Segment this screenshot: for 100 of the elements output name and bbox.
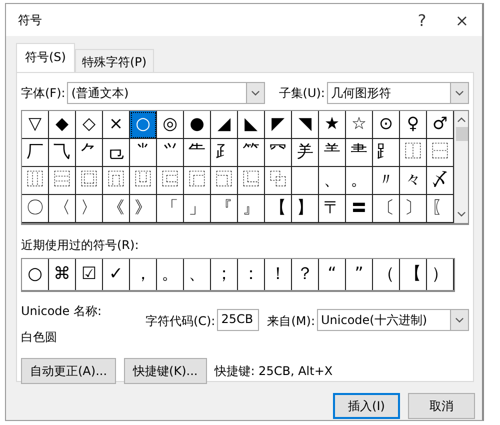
symbol-cell[interactable]: ⿵ xyxy=(103,167,130,195)
symbol-cell[interactable]: 【 xyxy=(400,259,427,290)
close-button[interactable]: × xyxy=(442,10,482,30)
shortcut-text: 快捷键: 25CB, Alt+X xyxy=(214,362,333,380)
symbol-cell[interactable]: ☆ xyxy=(346,111,373,139)
symbol-cell[interactable]: ⿷ xyxy=(157,167,184,195)
symbol-cell[interactable]: ⿲ xyxy=(22,167,49,195)
symbol-cell[interactable]: ⺌ xyxy=(130,139,157,167)
symbol-cell[interactable]: 。 xyxy=(346,167,373,195)
symbol-cell[interactable]: ⿶ xyxy=(130,167,157,195)
help-button[interactable]: ? xyxy=(402,10,442,30)
scroll-down-icon xyxy=(457,211,466,217)
symbol-cell[interactable]: 、 xyxy=(184,259,211,290)
field-label: Unicode 名称: xyxy=(21,303,103,320)
cancel-button[interactable]: 取消 xyxy=(408,393,475,419)
symbol-cell[interactable]: ◢ xyxy=(211,111,238,139)
symbol-cell[interactable]: 》 xyxy=(130,195,157,223)
symbol-cell[interactable]: ⿺ xyxy=(238,167,265,195)
symbol-cell[interactable]: ； xyxy=(211,259,238,290)
symbol-cell[interactable]: ⊙ xyxy=(373,111,400,139)
symbol-cell[interactable]: （ xyxy=(373,259,400,290)
symbol-cell[interactable]: ⺋ xyxy=(103,139,130,167)
symbol-cell[interactable]: ● xyxy=(184,111,211,139)
symbol-cell[interactable]: ⺶ xyxy=(292,139,319,167)
symbol-cell[interactable]: ○ xyxy=(22,259,49,290)
symbol-cell[interactable]: 」 xyxy=(184,195,211,223)
symbol-cell[interactable]: ⿴ xyxy=(76,167,103,195)
window-title: 符号 xyxy=(18,12,43,28)
symbol-cell[interactable]: ⌘ xyxy=(49,259,76,290)
symbol-cell[interactable]: ★ xyxy=(319,111,346,139)
tab[interactable]: 符号(S) xyxy=(16,43,75,72)
symbol-cell[interactable]: ？ xyxy=(292,259,319,290)
dialog-button[interactable]: 自动更正(A)... xyxy=(21,358,116,384)
symbol-cell[interactable]: ！ xyxy=(265,259,292,290)
symbol-cell[interactable]: ⺮ xyxy=(238,139,265,167)
symbol-cell[interactable]: ⺳ xyxy=(265,139,292,167)
symbol-cell[interactable]: 〈 xyxy=(49,195,76,223)
symbol-cell[interactable]: 。 xyxy=(157,259,184,290)
symbol-cell[interactable]: 〔 xyxy=(373,195,400,223)
source-dropdown[interactable]: Unicode(十六进制) xyxy=(317,309,469,331)
symbol-cell[interactable]: ⿰ xyxy=(400,139,427,167)
symbol-cell[interactable]: ⿹ xyxy=(211,167,238,195)
symbol-cell[interactable]: ⻊ xyxy=(373,139,400,167)
symbol-cell[interactable]: ” xyxy=(346,259,373,290)
symbol-cell[interactable]: 『 xyxy=(211,195,238,223)
symbol-cell[interactable]: 厂 xyxy=(22,139,49,167)
symbol-cell[interactable]: ⺈ xyxy=(76,139,103,167)
symbol-cell[interactable]: 】 xyxy=(292,195,319,223)
symbol-cell[interactable]: 〃 xyxy=(373,167,400,195)
field-label: 字符代码(C): xyxy=(145,313,216,330)
symbol-cell[interactable]: 【 xyxy=(265,195,292,223)
symbol-cell[interactable]: ⺧ xyxy=(184,139,211,167)
symbol-cell[interactable]: ☑ xyxy=(76,259,103,290)
dropdown-icon xyxy=(455,90,464,96)
symbol-cell[interactable]: 〉 xyxy=(76,195,103,223)
symbol-cell[interactable]: ⺻ xyxy=(346,139,373,167)
symbol-cell[interactable]: ） xyxy=(427,259,454,290)
symbol-cell[interactable]: ♀ xyxy=(400,111,427,139)
symbol-cell[interactable]: ◣ xyxy=(238,111,265,139)
scroll-thumb[interactable] xyxy=(456,127,468,141)
symbol-cell[interactable]: ⺄ xyxy=(49,139,76,167)
symbol-cell[interactable]: ✓ xyxy=(103,259,130,290)
dropdown-icon xyxy=(250,90,260,96)
symbol-cell[interactable]: ◇ xyxy=(76,111,103,139)
symbol-cell[interactable]: 〒 xyxy=(319,195,346,223)
symbol-cell[interactable]: ： xyxy=(238,259,265,290)
symbol-cell[interactable]: ⿸ xyxy=(184,167,211,195)
symbol-cell[interactable]: ⺪ xyxy=(211,139,238,167)
symbol-cell[interactable]: 、 xyxy=(319,167,346,195)
dropdown-icon xyxy=(455,317,464,323)
symbol-cell[interactable]: ◎ xyxy=(157,111,184,139)
symbol-cell[interactable]: 』 xyxy=(238,195,265,223)
scrollbar[interactable] xyxy=(454,111,468,223)
symbol-cell[interactable]: ⺷ xyxy=(319,139,346,167)
symbol-cell[interactable]: 〓 xyxy=(346,195,373,223)
symbol-cell[interactable]: 々 xyxy=(400,167,427,195)
font-dropdown[interactable]: (普通文本) xyxy=(67,82,265,104)
symbol-cell[interactable]: 〕 xyxy=(400,195,427,223)
field-label: 字体(F): xyxy=(21,84,66,102)
symbol-cell[interactable]: ⿳ xyxy=(49,167,76,195)
dialog-button[interactable]: 快捷键(K)... xyxy=(124,358,207,384)
field-label: 来自(M): xyxy=(267,313,315,330)
symbol-cell[interactable]: ○ xyxy=(130,111,157,139)
symbol-cell[interactable]: ， xyxy=(130,259,157,290)
field-label: 子集(U): xyxy=(278,84,325,102)
symbol-cell[interactable]: 「 xyxy=(157,195,184,223)
symbol-cell[interactable]: ◥ xyxy=(292,111,319,139)
symbol-cell[interactable]: ▽ xyxy=(22,111,49,139)
symbol-cell[interactable]: ◆ xyxy=(49,111,76,139)
symbol-cell[interactable]: ⺍ xyxy=(157,139,184,167)
symbol-cell[interactable]: 《 xyxy=(103,195,130,223)
symbol-cell[interactable]: ◤ xyxy=(265,111,292,139)
symbol-cell[interactable] xyxy=(292,167,319,195)
subset-dropdown[interactable]: 几何图形符 xyxy=(326,82,469,104)
symbol-cell[interactable]: “ xyxy=(319,259,346,290)
symbol-cell[interactable]: ⿻ xyxy=(265,167,292,195)
input-field[interactable]: 25CB xyxy=(217,309,260,331)
tab[interactable]: 特殊字符(P) xyxy=(74,49,154,72)
insert-button[interactable]: 插入(I) xyxy=(333,393,400,419)
symbol-cell[interactable]: 〇 xyxy=(22,195,49,223)
